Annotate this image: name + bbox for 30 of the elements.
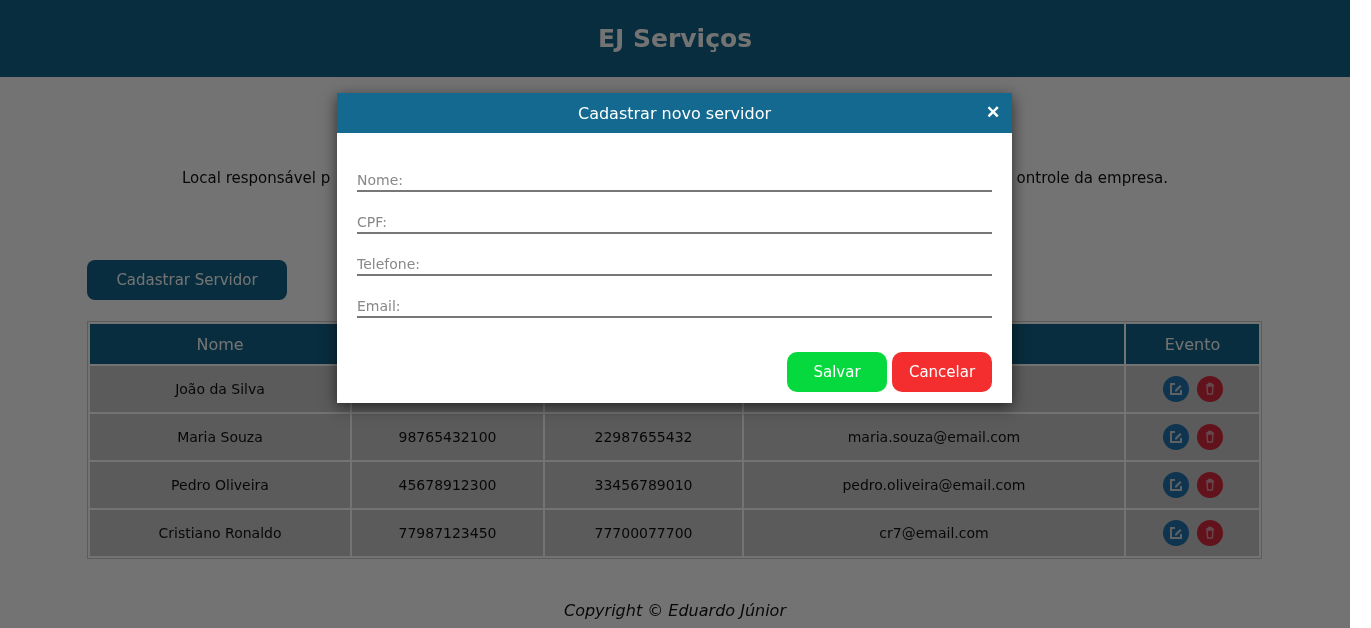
table-cell: 77700077700 <box>545 510 742 556</box>
intro-text: ontrole da empresa. <box>1016 169 1168 189</box>
edit-icon[interactable] <box>1162 520 1189 546</box>
register-server-button[interactable]: Cadastrar Servidor <box>87 260 287 300</box>
trash-icon[interactable] <box>1196 472 1223 498</box>
edit-icon[interactable] <box>1162 424 1189 450</box>
table-cell: 45678912300 <box>352 462 543 508</box>
trash-icon[interactable] <box>1196 520 1223 546</box>
copyright-text: Copyright © Eduardo Júnior <box>563 601 788 620</box>
table-cell: maria.souza@email.com <box>744 414 1124 460</box>
table-cell: Cristiano Ronaldo <box>90 510 350 556</box>
column-header: Evento <box>1126 324 1259 364</box>
edit-icon[interactable] <box>1162 376 1189 402</box>
table-cell: 22987655432 <box>545 414 742 460</box>
site-title: EJ Serviços <box>597 24 753 53</box>
table-cell: 98765432100 <box>352 414 543 460</box>
close-button[interactable]: ✕ <box>986 102 1000 123</box>
table-cell: Pedro Oliveira <box>90 462 350 508</box>
trash-icon[interactable] <box>1196 376 1223 402</box>
trash-icon[interactable] <box>1196 424 1223 450</box>
modal-title: Cadastrar novo servidor <box>577 103 772 123</box>
edit-icon[interactable] <box>1162 472 1189 498</box>
table-cell: Maria Souza <box>90 414 350 460</box>
table-cell: cr7@email.com <box>744 510 1124 556</box>
table-cell: pedro.oliveira@email.com <box>744 462 1124 508</box>
table-cell: 33456789010 <box>545 462 742 508</box>
cancel-button[interactable]: Cancelar <box>892 352 992 392</box>
table-cell: 77987123450 <box>352 510 543 556</box>
intro-text: Local responsável p <box>182 169 331 189</box>
table-cell: João da Silva <box>90 366 350 412</box>
